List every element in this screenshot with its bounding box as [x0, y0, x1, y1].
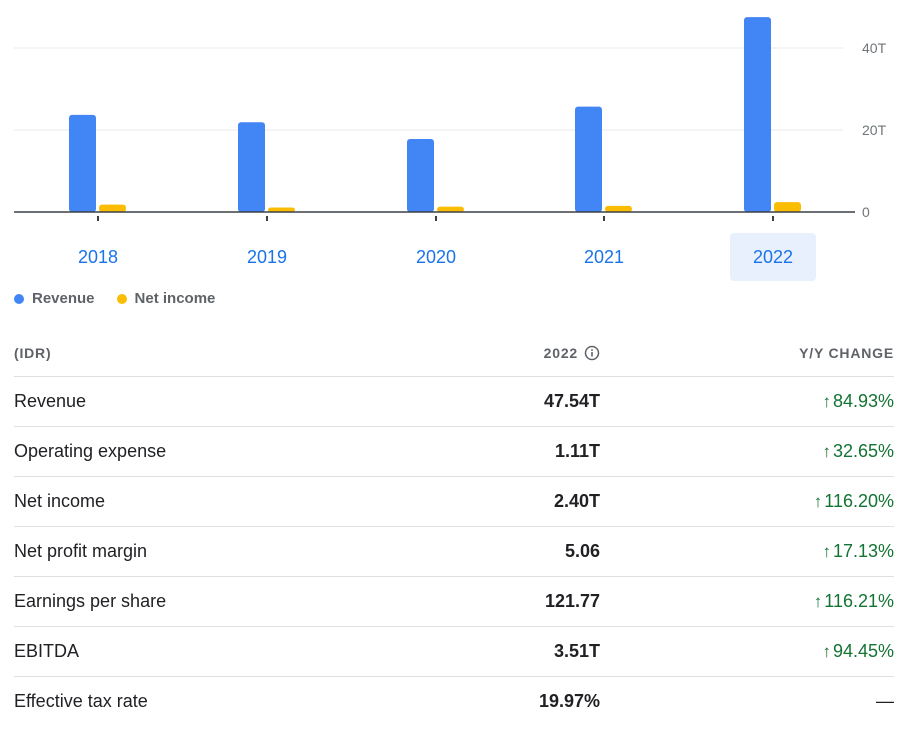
metric-value: 19.97%: [538, 691, 600, 711]
year-tab-2019[interactable]: 2019: [224, 233, 310, 281]
bar-chart: 0 20T 40T: [14, 17, 887, 221]
metric-value: 1.11T: [554, 441, 600, 461]
bar-revenue-2022[interactable]: [744, 17, 771, 213]
metric-label: Revenue: [14, 391, 87, 411]
metric-value: 5.06: [564, 541, 600, 561]
bar-net-income-2020[interactable]: [437, 206, 464, 212]
metric-change: ↑ 94.45%: [600, 641, 894, 662]
legend-net-income-dot: [116, 293, 127, 304]
table-row: Operating expense 1.11T ↑ 32.65%: [14, 427, 894, 477]
legend-net-income-label: Net income: [134, 290, 216, 307]
legend-revenue: Revenue: [14, 290, 95, 307]
arrow-up-icon: ↑: [813, 591, 823, 611]
financials-table: (IDR) 2022 Y/Y CHANGE Revenue 47.54T ↑ 84.9…: [14, 330, 894, 726]
table-row: EBITDA 3.51T ↑ 94.45%: [14, 627, 894, 677]
y-tick-label-2: 40T: [862, 40, 887, 56]
table-body: Revenue 47.54T ↑ 84.93% Operating expense 1.1…: [14, 377, 894, 726]
bar-revenue-2020[interactable]: [407, 139, 434, 212]
bar-revenue-2018[interactable]: [69, 114, 96, 212]
year-tab-2021[interactable]: 2021: [561, 233, 647, 281]
info-icon[interactable]: [584, 345, 600, 361]
metric-change: ↑ 17.13%: [600, 541, 894, 562]
legend-revenue-label: Revenue: [32, 290, 95, 307]
year-header-label: 2022: [543, 345, 578, 361]
metric-label: EBITDA: [14, 641, 80, 661]
legend-net-income: Net income: [116, 290, 216, 307]
metric-value: 3.51T: [553, 641, 600, 661]
metric-change-value: 84.93%: [832, 391, 894, 411]
metric-label: Net income: [14, 491, 106, 511]
metric-change: ↑ 116.20%: [600, 491, 894, 512]
y-tick-label-0: 0: [862, 204, 870, 220]
table-row: Net profit margin 5.06 ↑ 17.13%: [14, 527, 894, 577]
metric-value: 47.54T: [543, 391, 600, 411]
table-row: Earnings per share 121.77 ↑ 116.21%: [14, 577, 894, 627]
bar-net-income-2018[interactable]: [99, 204, 126, 212]
arrow-up-icon: ↑: [822, 641, 831, 661]
y-tick-label-1: 20T: [862, 122, 887, 138]
metric-change: ↑ 84.93%: [600, 391, 894, 412]
metric-label: Operating expense: [14, 441, 167, 461]
arrow-up-icon: ↑: [822, 391, 831, 411]
bar-revenue-2019[interactable]: [238, 122, 265, 212]
currency-label: (IDR): [14, 345, 52, 361]
year-header: 2022: [400, 345, 600, 361]
metric-change-value: 32.65%: [832, 441, 894, 461]
metric-change-value: 94.45%: [832, 641, 894, 661]
year-tab-2022[interactable]: 2022: [730, 233, 816, 281]
arrow-up-icon: ↑: [822, 541, 831, 561]
metric-label: Effective tax rate: [14, 691, 148, 711]
arrow-up-icon: ↑: [822, 441, 831, 461]
metric-change-value: 17.13%: [832, 541, 894, 561]
table-header: (IDR) 2022 Y/Y CHANGE: [14, 330, 894, 377]
change-header: Y/Y CHANGE: [799, 345, 894, 361]
bar-revenue-2021[interactable]: [575, 106, 602, 212]
metric-change-value: —: [876, 691, 894, 711]
chart-legend: Revenue Net income: [14, 290, 215, 307]
metric-label: Earnings per share: [14, 591, 167, 611]
metric-change-value: 116.21%: [824, 591, 894, 611]
bar-net-income-2021[interactable]: [605, 205, 632, 212]
metric-value: 121.77: [544, 591, 600, 611]
legend-revenue-dot: [14, 293, 24, 304]
table-row: Net income 2.40T ↑ 116.20%: [14, 477, 894, 527]
metric-change: ↑ 116.21%: [600, 591, 894, 612]
table-row: Revenue 47.54T ↑ 84.93%: [14, 377, 894, 427]
metric-change-value: 116.20%: [824, 491, 894, 511]
metric-label: Net profit margin: [14, 541, 148, 561]
bar-net-income-2022[interactable]: [774, 202, 801, 212]
metric-value: 2.40T: [553, 491, 600, 511]
year-tab-2018[interactable]: 2018: [55, 233, 141, 281]
year-tab-2020[interactable]: 2020: [393, 233, 479, 281]
metric-change: —: [600, 691, 894, 712]
metric-change: ↑ 32.65%: [600, 441, 894, 462]
table-row: Effective tax rate 19.97% —: [14, 677, 894, 726]
arrow-up-icon: ↑: [813, 491, 823, 511]
